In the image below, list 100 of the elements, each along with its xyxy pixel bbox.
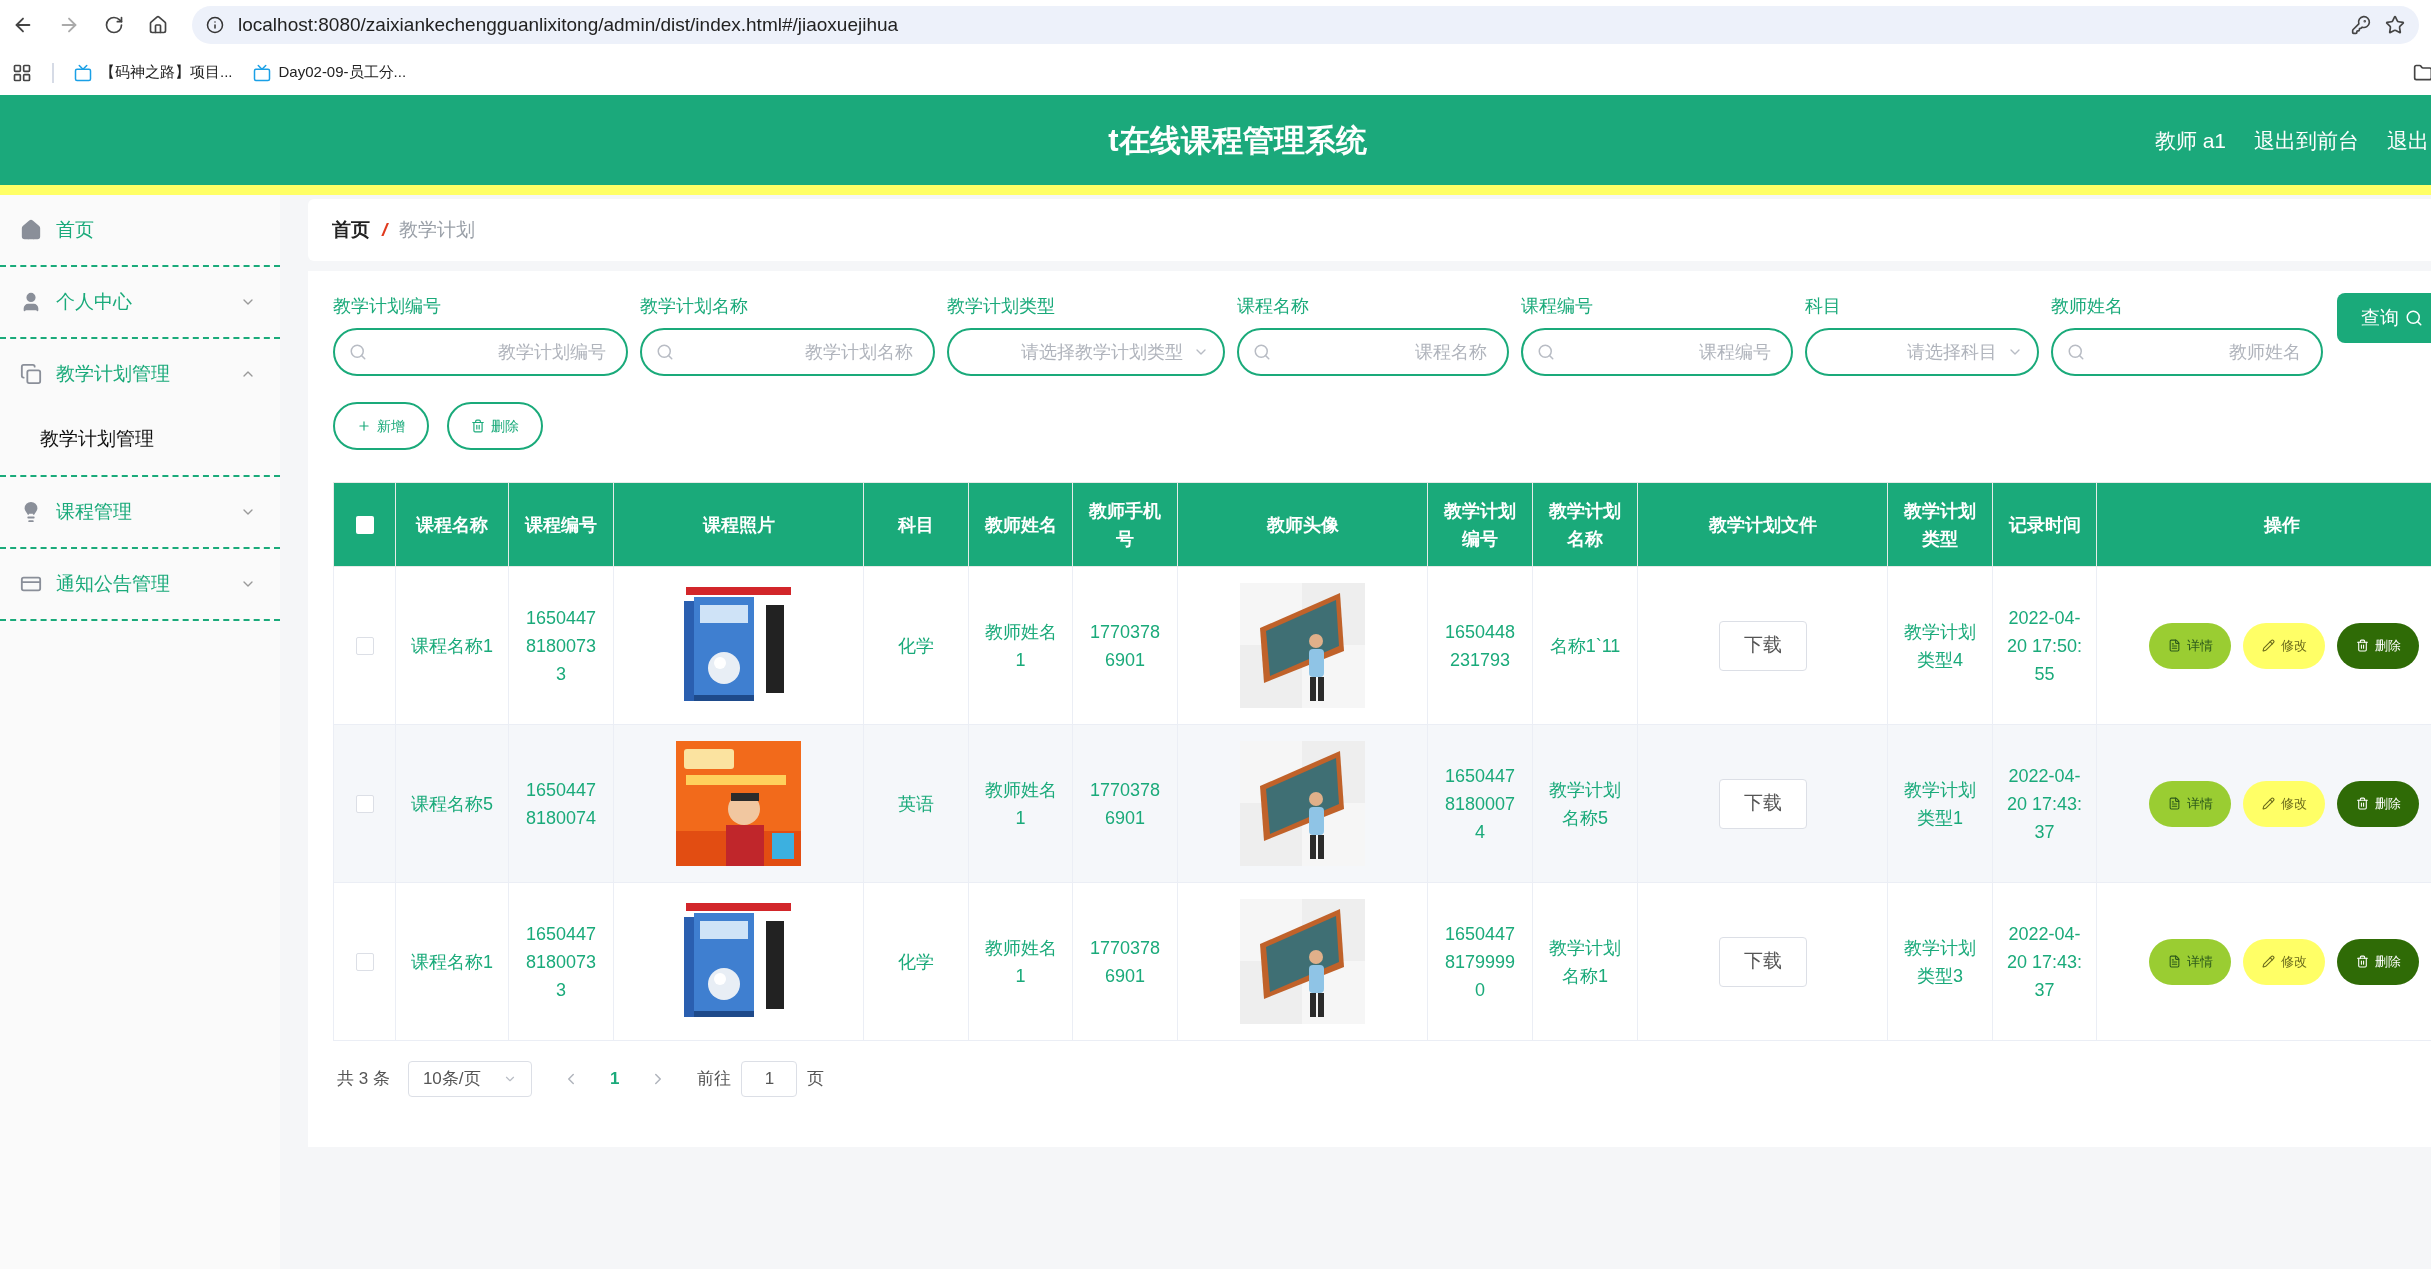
row-checkbox[interactable]	[355, 795, 374, 814]
edit-button[interactable]: 修改	[2243, 938, 2325, 985]
download-button[interactable]: 下载	[1718, 620, 1807, 671]
app-title: t在线课程管理系统	[1108, 121, 1367, 160]
table-cell: 2022-04-20 17:50:55	[2006, 607, 2083, 684]
column-header: 课程名称	[395, 482, 509, 567]
document-icon	[2167, 797, 2181, 810]
page-number[interactable]: 1	[609, 1066, 620, 1092]
filter-label: 教学计划类型	[947, 295, 1056, 318]
select-field[interactable]: 请选择科目	[1805, 328, 2039, 376]
column-header: 课程照片	[613, 482, 864, 567]
bookmark[interactable]: 【码神之路】项目...	[74, 61, 233, 84]
table-cell: 17703786901	[1089, 621, 1161, 670]
column-header: 教学计划名称	[1532, 482, 1638, 567]
sidebar-item[interactable]: 课程管理	[0, 477, 280, 547]
download-button[interactable]: 下载	[1718, 778, 1807, 829]
document-icon	[2167, 955, 2181, 968]
row-checkbox[interactable]	[355, 953, 374, 972]
column-header: 教学计划编号	[1427, 482, 1533, 567]
download-button[interactable]: 下载	[1718, 936, 1807, 987]
table-cell: 教学计划类型4	[1904, 621, 1976, 670]
details-button[interactable]: 详情	[2149, 780, 2231, 827]
search-field[interactable]: 教学计划名称	[640, 328, 935, 376]
page-input[interactable]: 1	[741, 1061, 798, 1097]
info-icon	[206, 16, 224, 34]
sidebar-item[interactable]: 个人中心	[0, 267, 280, 337]
table-cell: 165044781800074	[1444, 765, 1516, 842]
filter-label: 教师姓名	[2051, 295, 2124, 318]
table-cell: 教学计划类型1	[1904, 779, 1976, 828]
address-bar[interactable]: localhost:8080/zaixiankechengguanlixitong/admin/dist/index.html#/jiaoxuejihua	[192, 6, 2419, 44]
filter-label: 课程名称	[1237, 295, 1310, 318]
pencil-icon	[2261, 955, 2275, 968]
column-header: 操作	[2096, 482, 2431, 567]
query-button[interactable]: 查询	[2337, 293, 2431, 343]
filter-label: 教学计划名称	[640, 295, 749, 318]
column-header: 课程编号	[508, 482, 614, 567]
edit-button[interactable]: 修改	[2243, 780, 2325, 827]
table-cell: 教学计划名称5	[1549, 779, 1621, 828]
edit-button[interactable]: 修改	[2243, 622, 2325, 669]
delete-button[interactable]: 删除	[447, 402, 543, 450]
tv-icon	[252, 63, 271, 82]
search-icon	[2405, 309, 2423, 327]
tv-icon	[74, 63, 92, 82]
details-button[interactable]: 详情	[2149, 622, 2231, 669]
star-icon[interactable]	[2385, 15, 2405, 35]
home-icon[interactable]	[148, 15, 168, 35]
breadcrumb-separator: /	[382, 217, 388, 242]
url-text: localhost:8080/zaixiankechengguanlixitong/admin/dist/index.html#/jiaoxuejihua	[238, 12, 899, 37]
apps-icon[interactable]	[12, 62, 32, 83]
home-icon	[20, 219, 42, 241]
header-link[interactable]: 退出到前台	[2254, 125, 2359, 157]
breadcrumb-current: 教学计划	[399, 217, 476, 242]
page-size-select[interactable]: 10条/页	[407, 1061, 532, 1097]
header-link[interactable]: 教师 a1	[2154, 125, 2226, 157]
copy-icon	[20, 363, 42, 385]
folder-icon[interactable]	[2413, 62, 2431, 83]
search-field[interactable]: 课程编号	[1521, 328, 1793, 376]
header-link[interactable]: 退出	[2387, 125, 2429, 157]
table-cell: 化学	[898, 635, 934, 656]
search-icon	[2067, 343, 2085, 361]
search-field[interactable]: 课程名称	[1237, 328, 1509, 376]
trash-icon	[2355, 797, 2369, 810]
filter-label: 教学计划编号	[333, 295, 442, 318]
column-header: 教师头像	[1177, 482, 1428, 567]
column-header: 教学计划文件	[1637, 482, 1888, 567]
column-header: 教师手机号	[1072, 482, 1178, 567]
sidebar-item[interactable]: 教学计划管理	[0, 339, 280, 409]
row-checkbox[interactable]	[355, 637, 374, 656]
filter-label: 课程编号	[1521, 295, 1594, 318]
select-all-checkbox[interactable]	[355, 516, 374, 535]
select-field[interactable]: 请选择教学计划类型	[947, 328, 1225, 376]
table-cell: 教学计划类型3	[1904, 937, 1976, 986]
table-cell: 课程名称5	[411, 793, 493, 814]
goto-suffix: 页	[807, 1068, 825, 1091]
table-cell: 课程名称1	[411, 635, 493, 656]
delete-button[interactable]: 删除	[2337, 938, 2419, 985]
submenu-item[interactable]: 教学计划管理	[0, 409, 280, 469]
search-icon	[349, 343, 367, 361]
search-field[interactable]: 教学计划编号	[333, 328, 628, 376]
delete-button[interactable]: 删除	[2337, 622, 2419, 669]
table-cell: 名称1`11	[1549, 635, 1621, 656]
column-header: 教学计划类型	[1887, 482, 1993, 567]
breadcrumb-link[interactable]: 首页	[332, 215, 370, 245]
delete-button[interactable]: 删除	[2337, 780, 2419, 827]
reload-icon[interactable]	[104, 15, 124, 35]
pencil-icon	[2261, 639, 2275, 652]
bookmark[interactable]: Day02-09-员工分...	[252, 61, 407, 84]
table-cell: 17703786901	[1089, 937, 1161, 986]
table-cell: 课程名称1	[411, 951, 493, 972]
search-field[interactable]: 教师姓名	[2051, 328, 2323, 376]
details-button[interactable]: 详情	[2149, 938, 2231, 985]
table-cell: 165044781800733	[525, 923, 597, 1000]
column-header: 记录时间	[1992, 482, 2097, 567]
add-button[interactable]: 新增	[333, 402, 429, 450]
key-icon[interactable]	[2351, 15, 2371, 35]
search-icon	[1537, 343, 1555, 361]
table-cell: 教师姓名1	[984, 937, 1057, 986]
table-cell: 165044781799990	[1444, 923, 1516, 1000]
sidebar-item[interactable]: 通知公告管理	[0, 549, 280, 619]
goto-label: 前往	[697, 1068, 732, 1091]
